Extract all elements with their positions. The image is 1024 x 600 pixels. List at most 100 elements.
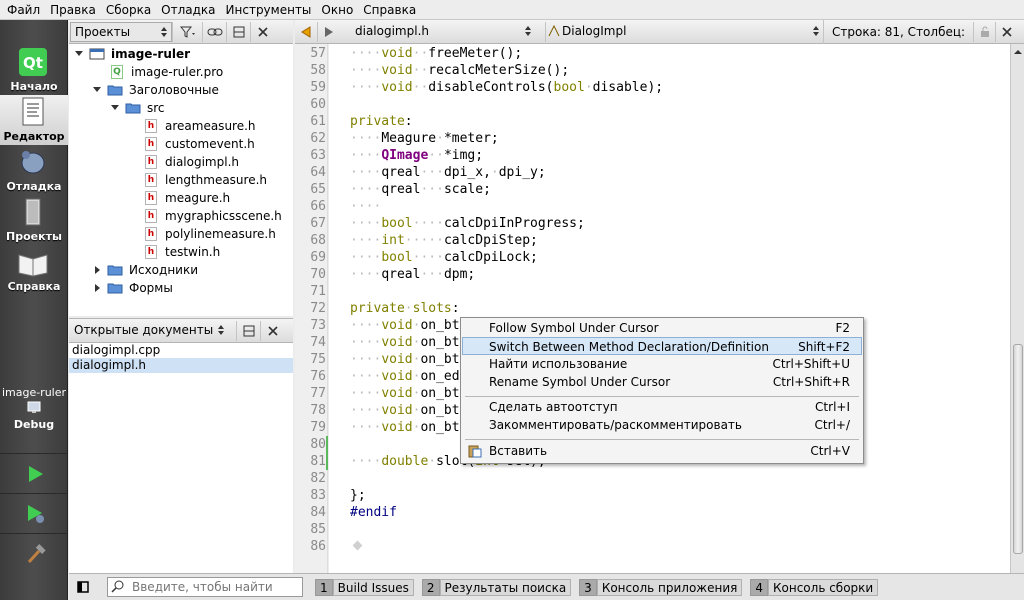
code-line: ····Meagure·*meter; — [350, 131, 499, 146]
menu-debug[interactable]: Отладка — [156, 0, 220, 20]
folder-icon — [107, 85, 123, 96]
code-line: ····void·on_bt — [350, 403, 460, 418]
menu-bar: Файл Правка Сборка Отладка Инструменты О… — [0, 0, 1024, 20]
sync-button[interactable] — [202, 21, 226, 42]
menu-build[interactable]: Сборка — [101, 0, 156, 20]
tab-number: 1 — [315, 578, 333, 596]
close-panel-button[interactable] — [260, 320, 284, 341]
hammer-icon — [27, 544, 46, 564]
tree-label: mygraphicsscene.h — [165, 209, 282, 223]
updown-arrow-icon — [813, 25, 819, 36]
tree-file[interactable]: h lengthmeasure.h — [145, 171, 267, 189]
code-line: ····void··disableControls(bool·disable); — [350, 80, 664, 95]
menu-item-paste[interactable]: Вставить Ctrl+V — [462, 442, 862, 460]
tab-search-results[interactable]: 2 Результаты поиска — [421, 578, 572, 596]
tree-file[interactable]: h customevent.h — [145, 135, 255, 153]
filter-button[interactable] — [172, 21, 202, 42]
menu-item-find-usages[interactable]: Найти использование Ctrl+Shift+U — [462, 355, 862, 373]
mode-editor[interactable]: Редактор — [0, 95, 68, 145]
lock-button[interactable] — [973, 21, 995, 42]
tree-file[interactable]: h testwin.h — [145, 243, 220, 261]
close-panel-button[interactable] — [250, 21, 274, 42]
document-icon — [22, 97, 44, 126]
symbol-combo[interactable]: DialogImpl — [545, 21, 823, 42]
tree-file[interactable]: h areameasure.h — [145, 117, 256, 135]
menu-tools[interactable]: Инструменты — [221, 0, 317, 20]
line-number: 63 — [310, 148, 326, 163]
scroll-thumb[interactable] — [1013, 344, 1023, 554]
menu-item-rename-symbol[interactable]: Rename Symbol Under Cursor Ctrl+Shift+R — [462, 373, 862, 391]
filter-icon — [179, 26, 195, 38]
wrench-book-icon — [25, 198, 41, 226]
projects-view-combo[interactable]: Проекты — [70, 21, 172, 42]
close-editor-button[interactable] — [995, 21, 1017, 42]
menu-item-shortcut: Ctrl+/ — [814, 418, 850, 432]
forward-button[interactable] — [317, 21, 339, 42]
open-docs-combo[interactable]: Открытые документы — [70, 321, 228, 341]
tree-item-forms[interactable]: Формы — [91, 279, 173, 297]
debug-run-button[interactable] — [0, 493, 68, 533]
mode-help[interactable]: Справка — [0, 245, 68, 295]
mode-projects[interactable]: Проекты — [0, 195, 68, 245]
code-line: ····bool····calcDpiLock; — [350, 250, 538, 265]
open-doc-item-selected[interactable]: dialogimpl.h — [69, 358, 293, 373]
tab-label: Build Issues — [332, 578, 414, 596]
mode-selector: Qt Начало Редактор Отладка Проекты Справ… — [0, 20, 68, 600]
menu-item-label: Сделать автоотступ — [489, 400, 618, 414]
menu-item-auto-indent[interactable]: Сделать автоотступ Ctrl+I — [462, 398, 862, 416]
toggle-sidebar-button[interactable] — [69, 577, 97, 597]
menu-file[interactable]: Файл — [2, 0, 45, 20]
code-editor[interactable]: ····void··freeMeter(); ····void··recalcMe… — [329, 44, 1010, 573]
run-button[interactable] — [0, 453, 68, 493]
split-button[interactable] — [226, 21, 250, 42]
tree-file[interactable]: h dialogimpl.h — [145, 153, 239, 171]
line-number: 64 — [310, 165, 326, 180]
open-documents-list: dialogimpl.cpp dialogimpl.h — [69, 343, 293, 573]
menu-help[interactable]: Справка — [358, 0, 421, 20]
menu-edit[interactable]: Правка — [45, 0, 101, 20]
menu-item-follow-symbol[interactable]: Follow Symbol Under Cursor F2 — [462, 319, 862, 337]
mode-label: Проекты — [6, 230, 62, 243]
code-line: ····qreal···dpi_x,·dpi_y; — [350, 165, 546, 180]
updown-arrow-icon — [161, 26, 167, 37]
line-number: 85 — [310, 522, 326, 537]
tab-build-issues[interactable]: 1 Build Issues — [315, 578, 414, 596]
tree-label: meagure.h — [165, 191, 231, 205]
tree-item-src[interactable]: src — [109, 99, 165, 117]
tab-number: 3 — [579, 578, 597, 596]
build-button[interactable] — [0, 533, 68, 573]
current-file: dialogimpl.h — [355, 23, 429, 38]
tab-label: Результаты поиска — [439, 578, 572, 596]
mode-welcome[interactable]: Qt Начало — [0, 45, 68, 95]
menu-item-switch-decl-def[interactable]: Switch Between Method Declaration/Defini… — [462, 337, 862, 355]
file-combo[interactable]: dialogimpl.h — [343, 22, 535, 42]
menu-item-label: Найти использование — [489, 357, 628, 371]
tree-file[interactable]: h mygraphicsscene.h — [145, 207, 282, 225]
code-line: ····void·on_bt — [350, 352, 460, 367]
tree-item-sources[interactable]: Исходники — [91, 261, 198, 279]
menu-item-shortcut: Ctrl+Shift+U — [772, 357, 850, 371]
locator-input[interactable] — [132, 579, 300, 595]
mode-debug[interactable]: Отладка — [0, 145, 68, 195]
tree-file[interactable]: h meagure.h — [145, 189, 230, 207]
tree-label: Заголовочные — [129, 83, 219, 97]
tree-item-pro[interactable]: Q image-ruler.pro — [111, 63, 223, 81]
menu-item-toggle-comment[interactable]: Закомментировать/раскомментировать Ctrl+/ — [462, 416, 862, 434]
open-doc-item[interactable]: dialogimpl.cpp — [69, 343, 293, 358]
locator-field[interactable] — [107, 577, 303, 597]
line-number: 69 — [310, 250, 326, 265]
split-button[interactable] — [236, 320, 260, 341]
tree-item-root[interactable]: image-ruler — [73, 45, 190, 63]
folder-icon — [125, 103, 141, 114]
vertical-scrollbar[interactable] — [1010, 44, 1024, 573]
tree-item-headers[interactable]: Заголовочные — [91, 81, 219, 99]
back-button[interactable] — [295, 22, 317, 42]
tab-app-output[interactable]: 3 Консоль приложения — [579, 578, 743, 596]
menu-separator — [465, 439, 859, 440]
menu-window[interactable]: Окно — [316, 0, 358, 20]
tab-compile-output[interactable]: 4 Консоль сборки — [750, 578, 879, 596]
cursor-position: Строка: 81, Столбец: 15 — [823, 19, 973, 63]
tree-file[interactable]: h polylinemeasure.h — [145, 225, 276, 243]
menu-separator — [465, 396, 859, 397]
code-line: ····qreal···dpm; — [350, 267, 476, 282]
